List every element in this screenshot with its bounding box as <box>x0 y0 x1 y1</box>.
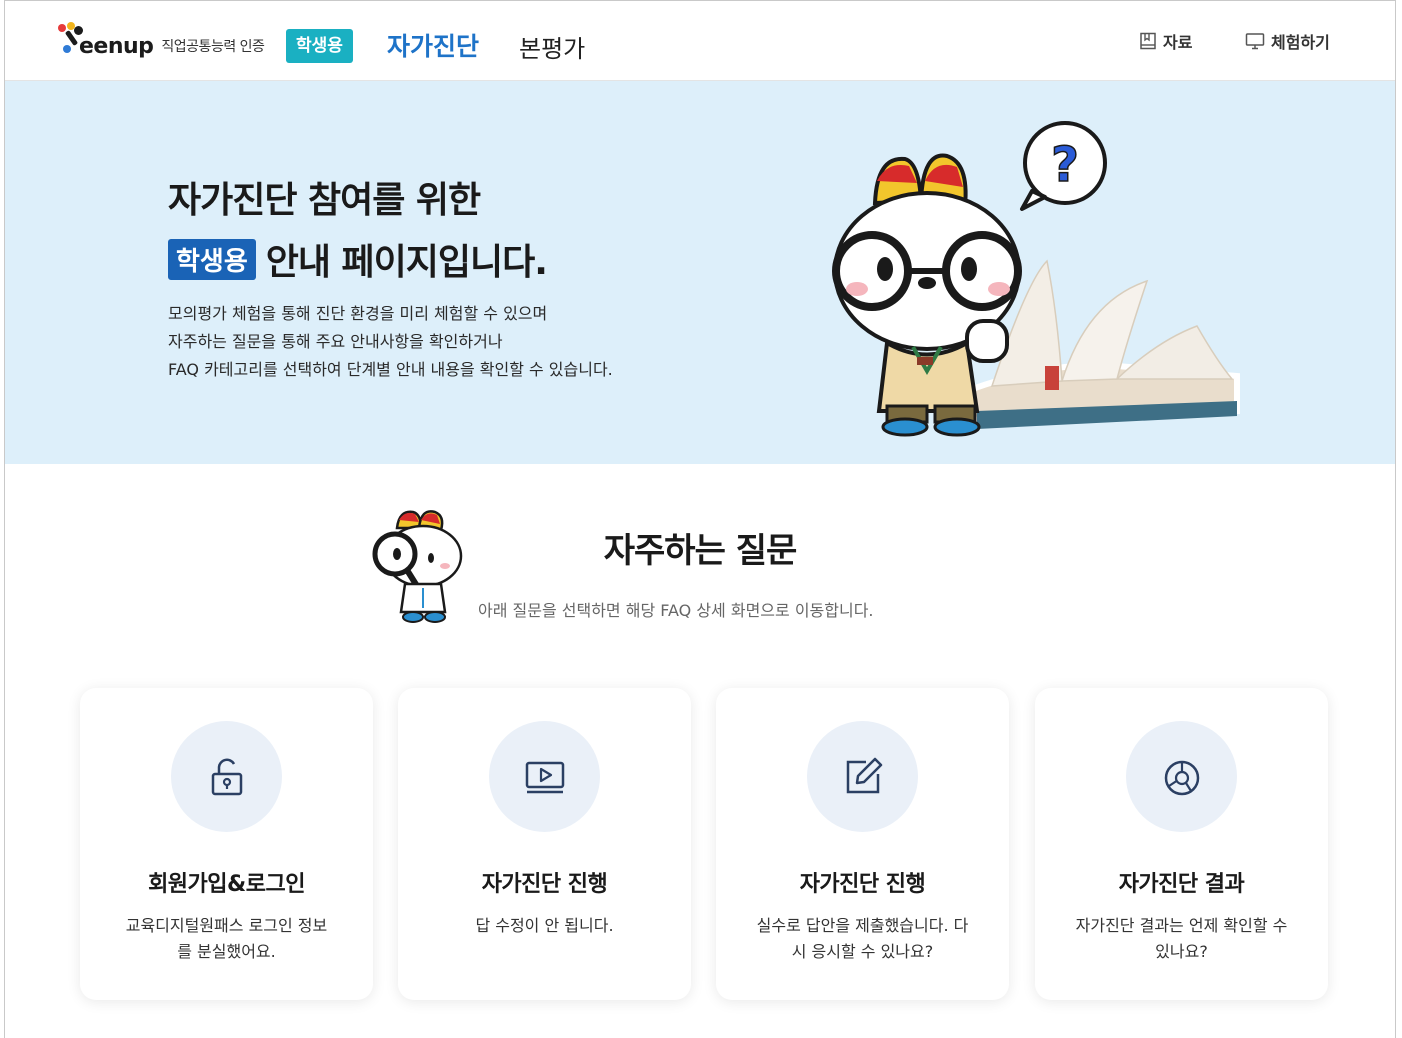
faq-card-desc-line: 교육디지털원패스 로그인 정보 <box>125 916 328 935</box>
site-logo[interactable]: eenup 직업공통능력 인증 <box>57 15 265 65</box>
faq-card-icon-circle <box>807 721 918 832</box>
faq-card-title: 자가진단 진행 <box>481 872 608 897</box>
faq-card-desc-line: 자가진단 결과는 언제 확인할 수 <box>1075 916 1288 935</box>
pie-chart-icon <box>1164 760 1199 795</box>
nav-self-diagnosis[interactable]: 자가진단 <box>387 27 479 63</box>
experience-link[interactable]: 체험하기 <box>1245 29 1330 53</box>
logo-text: eenup <box>79 33 154 59</box>
resources-link[interactable]: 자료 <box>1139 29 1192 53</box>
faq-card-desc-line: 를 분실했어요. <box>177 942 276 961</box>
faq-card-description: 답 수정이 안 됩니다. <box>422 913 667 939</box>
faq-card-icon-circle <box>171 721 282 832</box>
unlock-icon <box>211 758 242 795</box>
faq-card-signup-login[interactable]: 회원가입&로그인 교육디지털원패스 로그인 정보 를 분실했어요. <box>80 688 373 1000</box>
faq-card-diagnosis-result[interactable]: 자가진단 결과 자가진단 결과는 언제 확인할 수 있나요? <box>1035 688 1328 1000</box>
faq-card-desc-line: 답 수정이 안 됩니다. <box>475 916 614 935</box>
faq-card-description: 실수로 답안을 제출했습니다. 다 시 응시할 수 있나요? <box>740 913 985 965</box>
experience-label: 체험하기 <box>1271 33 1330 52</box>
edit-icon <box>846 757 882 793</box>
hero-desc-line: 모의평가 체험을 통해 진단 환경을 미리 체험할 수 있으며 <box>168 304 548 323</box>
faq-card-icon-circle <box>1126 721 1237 832</box>
mascot-with-book-illustration: ? <box>832 121 1240 437</box>
hero-banner: 자가진단 참여를 위한 학생용 안내 페이지입니다. 모의평가 체험을 통해 진… <box>5 81 1395 464</box>
faq-card-diagnosis-progress-edit[interactable]: 자가진단 진행 답 수정이 안 됩니다. <box>398 688 691 1000</box>
faq-card-desc-line: 실수로 답안을 제출했습니다. 다 <box>756 916 969 935</box>
svg-text:?: ? <box>1051 137 1079 193</box>
hero-student-badge: 학생용 <box>168 238 256 280</box>
video-play-icon <box>525 761 564 793</box>
top-header: eenup 직업공통능력 인증 학생용 자가진단 본평가 자료 체험하기 <box>5 1 1395 81</box>
book-icon <box>1140 32 1156 50</box>
faq-card-description: 자가진단 결과는 언제 확인할 수 있나요? <box>1059 913 1304 965</box>
faq-card-description: 교육디지털원패스 로그인 정보 를 분실했어요. <box>104 913 349 965</box>
faq-section-subtitle: 아래 질문을 선택하면 해당 FAQ 상세 화면으로 이동합니다. <box>478 601 874 620</box>
faq-card-title: 자가진단 결과 <box>1118 872 1245 897</box>
logo-subtitle: 직업공통능력 인증 <box>161 39 265 55</box>
faq-section-title: 자주하는 질문 <box>5 523 1395 572</box>
faq-title-text: 자주하는 질문 <box>603 531 798 571</box>
hero-title-line1: 자가진단 참여를 위한 <box>168 180 481 221</box>
faq-card-desc-line: 시 응시할 수 있나요? <box>791 942 934 961</box>
resources-label: 자료 <box>1163 33 1193 52</box>
faq-card-desc-line: 있나요? <box>1155 942 1208 961</box>
hero-description: 모의평가 체험을 통해 진단 환경을 미리 체험할 수 있으며 자주하는 질문을… <box>168 300 613 384</box>
hero-title-text: 안내 페이지입니다. <box>265 242 548 283</box>
question-bubble-icon: ? <box>1020 121 1107 211</box>
faq-card-title: 자가진단 진행 <box>799 872 926 897</box>
faq-card-diagnosis-progress-resubmit[interactable]: 자가진단 진행 실수로 답안을 제출했습니다. 다 시 응시할 수 있나요? <box>716 688 1009 1000</box>
faq-card-title: 회원가입&로그인 <box>148 872 305 897</box>
logo-mark-icon <box>57 20 83 60</box>
page-frame: eenup 직업공통능력 인증 학생용 자가진단 본평가 자료 체험하기 자가진… <box>4 0 1396 1038</box>
faq-card-list: 회원가입&로그인 교육디지털원패스 로그인 정보 를 분실했어요. 자가진단 진… <box>80 688 1330 1003</box>
nav-main-evaluation[interactable]: 본평가 <box>519 29 585 64</box>
hero-title-line2: 학생용 안내 페이지입니다. <box>168 233 548 285</box>
monitor-icon <box>1245 33 1265 50</box>
hero-desc-line: 자주하는 질문을 통해 주요 안내사항을 확인하거나 <box>168 332 503 351</box>
faq-card-icon-circle <box>489 721 600 832</box>
hero-desc-line: FAQ 카테고리를 선택하여 단계별 안내 내용을 확인할 수 있습니다. <box>168 360 613 379</box>
student-badge[interactable]: 학생용 <box>286 29 353 63</box>
